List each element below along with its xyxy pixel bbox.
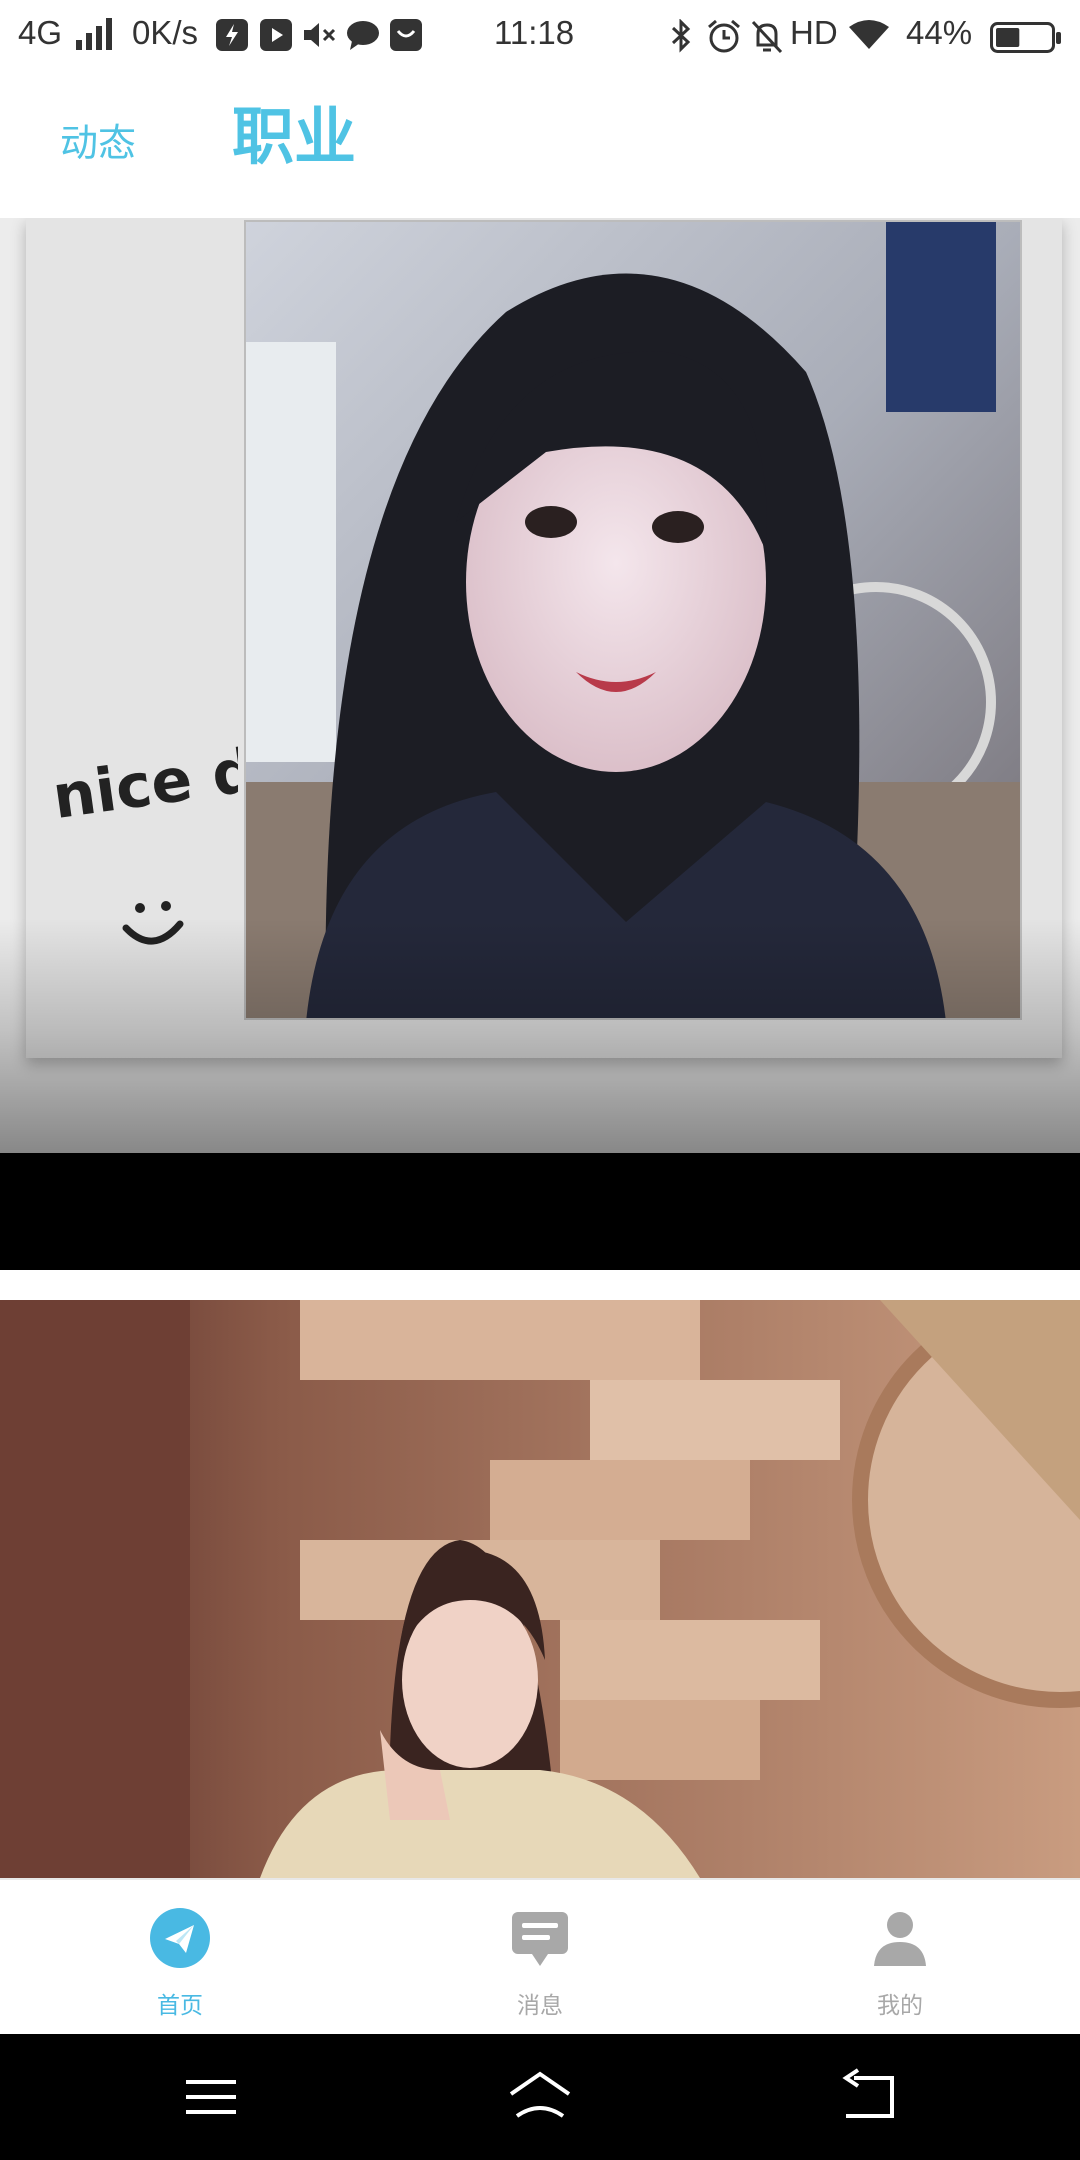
notifications-off-icon bbox=[751, 20, 783, 54]
system-navigation-bar bbox=[0, 2034, 1080, 2160]
nav-home[interactable]: 首页 bbox=[80, 1880, 280, 2036]
bottom-navigation: 首页 消息 我的 bbox=[0, 1878, 1080, 2034]
paper-plane-icon bbox=[150, 1908, 210, 1968]
battery-icon bbox=[990, 22, 1061, 53]
profile-photo[interactable] bbox=[244, 220, 1022, 1020]
svg-text:nice day: nice day bbox=[48, 738, 238, 833]
bluetooth-icon bbox=[671, 19, 691, 53]
card-gradient-overlay bbox=[0, 918, 1080, 1153]
person-icon bbox=[874, 1912, 926, 1966]
hd-indicator: HD bbox=[790, 14, 838, 51]
nav-mine[interactable]: 我的 bbox=[800, 1880, 1000, 2036]
network-speed: 0K/s bbox=[132, 14, 199, 51]
tab-dynamic[interactable]: 动态 bbox=[60, 112, 136, 167]
nav-mine-label: 我的 bbox=[877, 1993, 923, 2019]
mail-app-icon bbox=[390, 19, 422, 51]
profile-photo-2 bbox=[0, 1300, 1080, 1878]
profile-card-1[interactable]: nice day bbox=[0, 218, 1080, 1153]
video-app-icon bbox=[260, 19, 292, 51]
nav-messages-label: 消息 bbox=[517, 1993, 563, 2019]
nav-messages[interactable]: 消息 bbox=[440, 1880, 640, 2036]
nav-home-label: 首页 bbox=[157, 1993, 203, 2019]
chat-bubble-icon bbox=[347, 21, 379, 50]
profile-card-2[interactable] bbox=[0, 1300, 1080, 1878]
network-type: 4G bbox=[18, 14, 63, 51]
tab-career[interactable]: 职业 bbox=[232, 86, 356, 176]
wifi-icon bbox=[849, 20, 889, 49]
mute-icon bbox=[304, 23, 336, 47]
status-bar: 4G 0K/s 11:18 HD 44% bbox=[0, 0, 1080, 72]
card-1-footer bbox=[0, 1153, 1080, 1270]
alarm-icon bbox=[708, 19, 740, 53]
app-notification-icon bbox=[216, 19, 248, 51]
back-icon[interactable] bbox=[834, 2064, 904, 2130]
message-icon bbox=[512, 1912, 568, 1966]
signal-icon bbox=[76, 18, 112, 50]
home-icon[interactable] bbox=[505, 2064, 575, 2130]
battery-percent: 44% bbox=[906, 14, 973, 51]
clock: 11:18 bbox=[494, 14, 575, 51]
menu-icon[interactable] bbox=[176, 2064, 246, 2130]
